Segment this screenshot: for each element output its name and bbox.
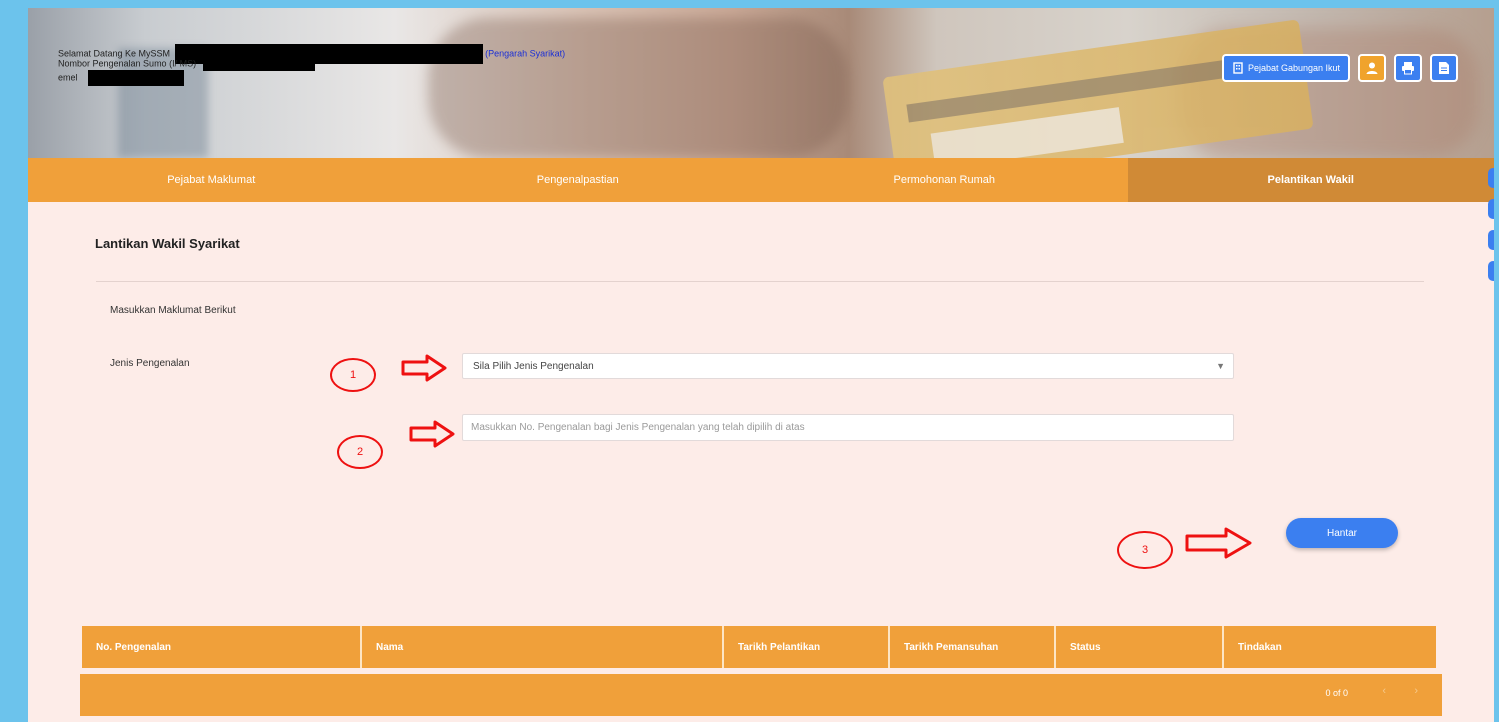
column-header-action[interactable]: Tindakan (1224, 626, 1436, 668)
tab-permohonan-rumah[interactable]: Permohonan Rumah (761, 158, 1128, 202)
column-header-revocation-date[interactable]: Tarikh Pemansuhan (890, 626, 1056, 668)
side-indicator[interactable] (1488, 230, 1494, 250)
building-icon (1232, 62, 1244, 74)
annotation-arrow-3-icon (1185, 527, 1252, 559)
main-nav: Pejabat Maklumat Pengenalpastian Permoho… (28, 158, 1494, 202)
prev-page-icon[interactable]: ‹ (1382, 685, 1386, 697)
tab-pelantikan-wakil[interactable]: Pelantikan Wakil (1127, 158, 1494, 202)
id-type-select-value: Sila Pilih Jenis Pengenalan (473, 360, 594, 372)
annotation-step-2: 2 (337, 435, 383, 469)
email-label: emel (58, 72, 78, 83)
column-header-id[interactable]: No. Pengenalan (82, 626, 362, 668)
page-info: 0 of 0 (1325, 688, 1348, 698)
side-indicators (1488, 168, 1494, 292)
profile-button[interactable] (1358, 54, 1386, 82)
primary-action-label: Pejabat Gabungan Ikut (1247, 63, 1341, 73)
print-button[interactable] (1394, 54, 1422, 82)
annotation-step-3: 3 (1117, 531, 1173, 569)
app-frame: Selamat Datang Ke MySSM (Pengarah Syarik… (28, 8, 1494, 722)
user-icon (1365, 61, 1379, 75)
id-number-input[interactable] (462, 414, 1234, 441)
annotation-arrow-1-icon (401, 354, 447, 382)
chevron-down-icon: ▼ (1216, 361, 1225, 371)
column-header-name[interactable]: Nama (362, 626, 724, 668)
print-icon (1401, 61, 1415, 75)
page-title: Lantikan Wakil Syarikat (95, 236, 240, 251)
table-pagination-bar: 0 of 0 ‹ › (80, 674, 1442, 716)
table-header-row: No. Pengenalan Nama Tarikh Pelantikan Ta… (82, 626, 1436, 668)
id-type-select[interactable]: Sila Pilih Jenis Pengenalan ▼ (462, 353, 1234, 379)
id-label: Nombor Pengenalan Sumo (I/ MS) (58, 58, 197, 69)
user-info: Selamat Datang Ke MySSM (Pengarah Syarik… (58, 44, 565, 86)
redacted-email (88, 70, 185, 86)
side-indicator[interactable] (1488, 199, 1494, 219)
submit-button[interactable]: Hantar (1286, 518, 1398, 548)
side-indicator[interactable] (1488, 261, 1494, 281)
annotation-arrow-2-icon (409, 420, 455, 448)
next-page-icon[interactable]: › (1414, 685, 1418, 697)
annotation-step-3-number: 3 (1141, 544, 1149, 556)
header-banner: Selamat Datang Ke MySSM (Pengarah Syarik… (28, 8, 1494, 158)
column-header-appointment-date[interactable]: Tarikh Pelantikan (724, 626, 890, 668)
tab-pejabat-maklumat[interactable]: Pejabat Maklumat (28, 158, 395, 202)
tab-pengenalpastian[interactable]: Pengenalpastian (395, 158, 762, 202)
id-type-label: Jenis Pengenalan (110, 358, 190, 369)
header-actions: Pejabat Gabungan Ikut (1222, 54, 1458, 82)
redacted-id (202, 57, 315, 71)
document-icon (1438, 61, 1450, 75)
annotation-step-1-number: 1 (349, 369, 357, 381)
results-table: No. Pengenalan Nama Tarikh Pelantikan Ta… (80, 626, 1442, 716)
annotation-step-2-number: 2 (356, 446, 364, 458)
column-header-status[interactable]: Status (1056, 626, 1224, 668)
primary-action-button[interactable]: Pejabat Gabungan Ikut (1222, 54, 1350, 82)
form-instruction: Masukkan Maklumat Berikut (110, 305, 236, 316)
divider (96, 281, 1424, 282)
annotation-step-1: 1 (330, 358, 376, 392)
side-indicator[interactable] (1488, 168, 1494, 188)
document-button[interactable] (1430, 54, 1458, 82)
